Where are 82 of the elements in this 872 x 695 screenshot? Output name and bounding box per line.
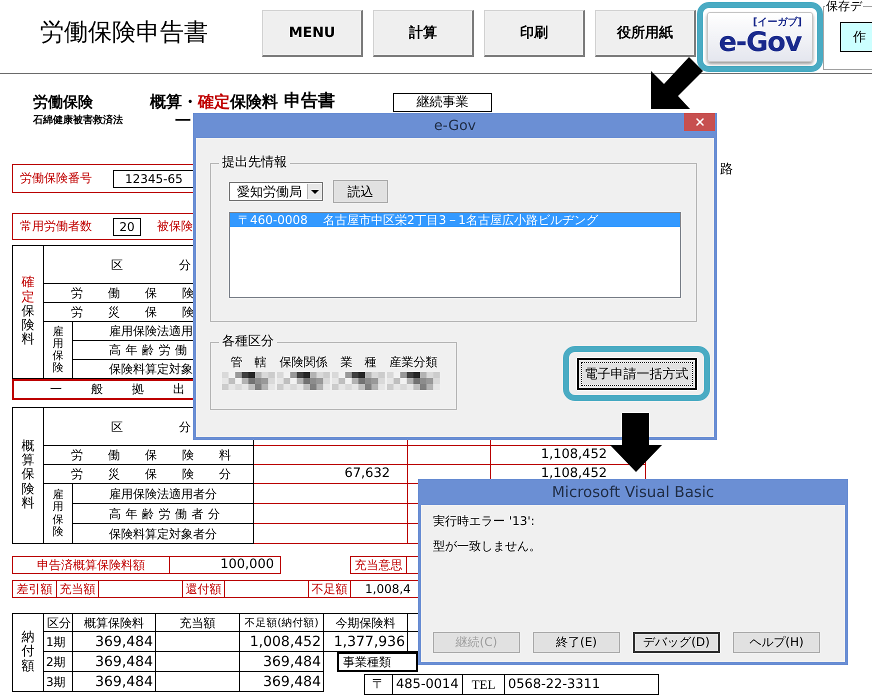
field-label: 充当意思 bbox=[350, 556, 407, 574]
field-value: 12345-65 bbox=[113, 170, 193, 188]
office-dropdown[interactable]: 愛知労働局 bbox=[229, 182, 323, 201]
dialog-button[interactable]: デバッグ(D) bbox=[633, 632, 720, 653]
business-badge: 継続事業 bbox=[393, 93, 492, 112]
close-icon bbox=[694, 116, 706, 128]
field-label: 業 種 bbox=[340, 354, 376, 370]
batch-submit-button[interactable]: 電子申請一括方式 bbox=[576, 358, 696, 390]
close-button[interactable] bbox=[684, 113, 715, 131]
group-label: 雇用保険 bbox=[52, 326, 64, 374]
amount-cell: 369,484 bbox=[72, 672, 156, 692]
amount-cell: 1,377,936 bbox=[324, 632, 408, 652]
callout-arrow bbox=[610, 413, 662, 472]
form-heading: 労働保険 bbox=[33, 92, 94, 112]
form-title-suffix: 申告書 bbox=[284, 92, 336, 113]
group-label: 各種区分 bbox=[221, 335, 275, 349]
field-label: 常用労働者数 bbox=[20, 218, 93, 235]
dialog-button[interactable]: 終了(E) bbox=[533, 632, 620, 653]
row-label: 高年齢労働者分 bbox=[72, 504, 254, 524]
field-label: 不足額 bbox=[308, 580, 351, 598]
toolbar-button[interactable]: MENU bbox=[262, 10, 363, 57]
row-label: 労働保険料 bbox=[44, 446, 254, 464]
column-header: 不足額(納付額) bbox=[240, 614, 324, 632]
group-label: 雇用保険 bbox=[52, 489, 64, 538]
field-label: TEL bbox=[462, 674, 505, 695]
form-title: 概算・確定保険料 bbox=[150, 92, 279, 112]
field-value: 0568-22-3311 bbox=[504, 674, 659, 695]
amount-cell: 369,484 bbox=[240, 672, 324, 692]
pixelated-field bbox=[332, 372, 385, 390]
error-detail: 型が一致しません。 bbox=[433, 539, 542, 554]
column-header: 概算保険料 bbox=[72, 614, 156, 632]
row-label: 3期 bbox=[44, 672, 72, 692]
field-label: 還付額 bbox=[182, 580, 225, 598]
field-label: 被保険 bbox=[157, 218, 193, 235]
action-button[interactable]: 作 bbox=[840, 22, 872, 52]
row-label: 保険料算定対象者分 bbox=[72, 524, 254, 544]
title-fragment: 一 bbox=[175, 112, 192, 130]
amount-cell: 369,484 bbox=[72, 632, 156, 652]
column-header: 今期保険料 bbox=[324, 614, 408, 632]
field-label: 〒 bbox=[364, 674, 393, 695]
section-label: 確定 保険料 bbox=[22, 276, 34, 348]
dialog-button[interactable]: ヘルプ(H) bbox=[733, 632, 820, 653]
field-value: 485-0014 bbox=[392, 674, 463, 695]
pixelated-field bbox=[222, 372, 275, 390]
app-title: 労働保険申告書 bbox=[39, 17, 209, 48]
error-message: 実行時エラー '13': bbox=[433, 514, 536, 529]
toolbar-button[interactable]: 印刷 bbox=[484, 10, 585, 57]
pixelated-field bbox=[277, 372, 330, 390]
field-label: 管 轄 bbox=[230, 354, 266, 370]
load-button[interactable]: 読込 bbox=[333, 180, 388, 203]
row-label: 一般拠出 bbox=[12, 379, 193, 400]
field-value: 20 bbox=[113, 218, 141, 236]
field-label: 差引額 bbox=[12, 580, 57, 598]
amount-cell: 369,484 bbox=[72, 652, 156, 672]
section-label: 概算保険料 bbox=[22, 440, 34, 512]
row-label: 雇用保険法適用者分 bbox=[72, 484, 254, 504]
group-label: 提出先情報 bbox=[221, 156, 288, 170]
field-label: 産業分類 bbox=[390, 354, 438, 370]
group-label: 保存デ bbox=[825, 0, 863, 12]
field-label: 事業種類 bbox=[337, 652, 418, 672]
pixelated-field bbox=[387, 372, 440, 390]
field-label: 申告済概算保険料額 bbox=[12, 556, 170, 574]
row-label: 2期 bbox=[44, 652, 72, 672]
row-label: 労災保険分 bbox=[44, 464, 254, 484]
amount-cell: 67,632 bbox=[254, 464, 408, 484]
amount-cell: 369,484 bbox=[240, 652, 324, 672]
window-title: e-Gov bbox=[434, 118, 476, 134]
field-value: 100,000 bbox=[169, 556, 281, 574]
row-label: 1期 bbox=[44, 632, 72, 652]
window-title: Microsoft Visual Basic bbox=[552, 483, 714, 501]
column-header: 充当額 bbox=[156, 614, 240, 632]
toolbar-button[interactable]: 計算 bbox=[373, 10, 474, 57]
field-label: 労働保険番号 bbox=[20, 170, 93, 187]
column-header: 区分 bbox=[44, 614, 72, 632]
egov-logo-button[interactable]: [イーガブ] e-Gov bbox=[707, 12, 813, 62]
toolbar-button[interactable]: 役所用紙 bbox=[595, 10, 696, 57]
callout-arrow bbox=[651, 57, 703, 109]
form-subheading: 石綿健康被害救済法 bbox=[33, 114, 124, 128]
text-fragment: 路 bbox=[720, 161, 733, 178]
field-label: 保険関係 bbox=[280, 354, 328, 370]
field-label: 充当額 bbox=[56, 580, 99, 598]
section-label: 納付額 bbox=[22, 631, 34, 674]
